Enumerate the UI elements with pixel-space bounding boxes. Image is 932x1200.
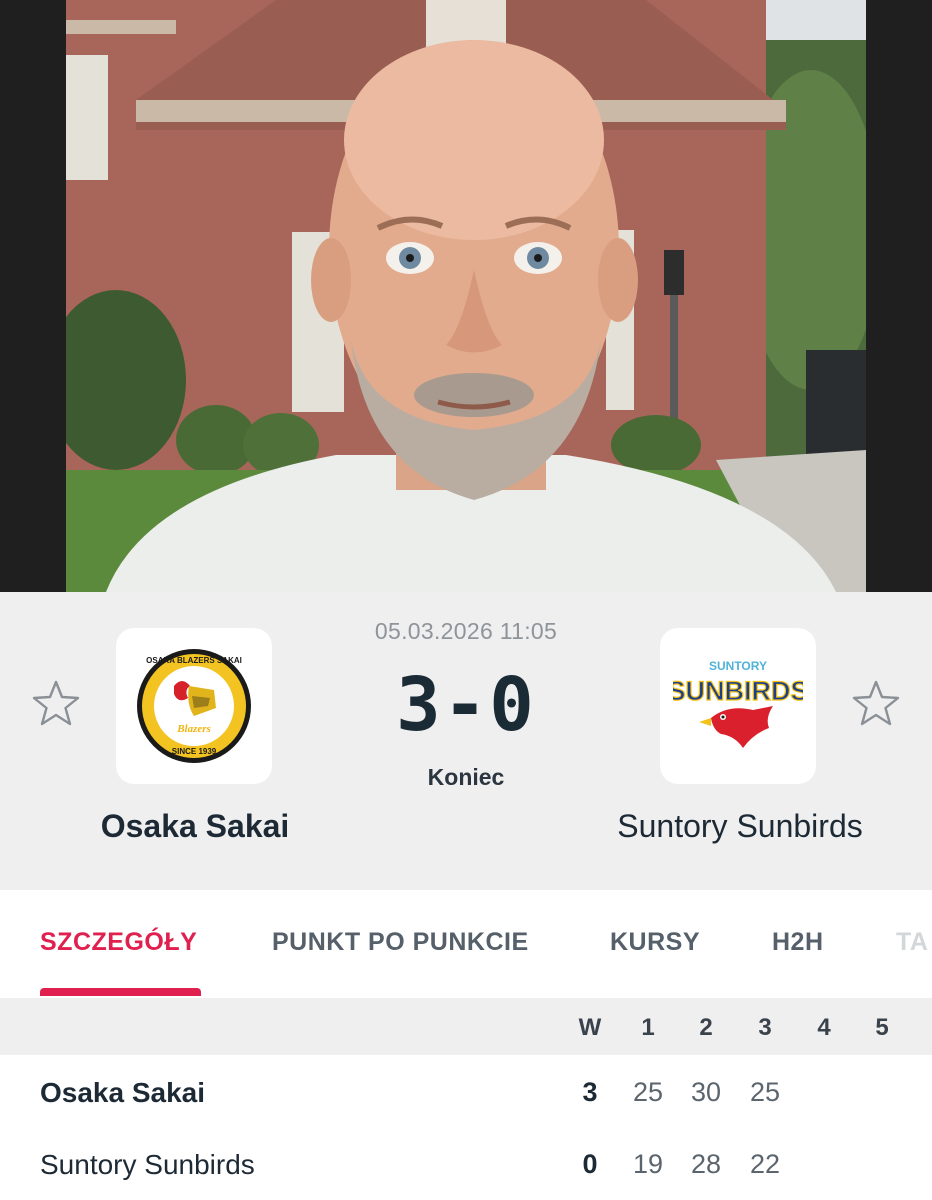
score-table-header: W 1 2 3 4 5	[0, 998, 932, 1055]
col-header-set1: 1	[641, 1014, 655, 1041]
logo-main-text: SUNBIRDS	[673, 676, 803, 706]
row-team-name: Suntory Sunbirds	[40, 1149, 255, 1180]
table-row: Osaka Sakai 3 25 30 25	[0, 1055, 932, 1127]
row-set3: 25	[749, 1077, 781, 1107]
table-row: Suntory Sunbirds 0 19 28 22	[0, 1127, 932, 1199]
match-tabs: SZCZEGÓŁY PUNKT PO PUNKCIE KURSY H2H TA	[0, 890, 932, 998]
col-header-set2: 2	[699, 1014, 713, 1041]
tab-h2h[interactable]: H2H	[772, 928, 824, 957]
col-header-set4: 4	[817, 1014, 831, 1041]
row-set1: 25	[632, 1077, 664, 1107]
col-header-set3: 3	[758, 1014, 772, 1041]
player-photo	[66, 0, 866, 592]
match-header: 05.03.2026 11:05 Blazers OSAKA BLAZERS S…	[0, 592, 932, 890]
tab-details[interactable]: SZCZEGÓŁY	[40, 928, 197, 957]
photo-frame	[0, 0, 932, 592]
away-team-logo[interactable]: SUNTORY SUNBIRDS	[660, 628, 816, 784]
logo-top-text: SUNTORY	[709, 659, 767, 673]
row-set1: 19	[632, 1149, 664, 1179]
row-sets-won: 3	[582, 1077, 598, 1107]
tab-point-by-point[interactable]: PUNKT PO PUNKCIE	[272, 928, 529, 957]
row-team-name: Osaka Sakai	[40, 1077, 206, 1108]
active-tab-indicator	[40, 988, 201, 996]
row-set3: 22	[749, 1149, 781, 1179]
star-outline-icon	[852, 680, 900, 726]
row-set2: 30	[690, 1077, 722, 1107]
logo-since-text: SINCE 1939	[172, 747, 217, 756]
row-sets-won: 0	[582, 1149, 598, 1179]
col-header-set5: 5	[875, 1014, 889, 1041]
home-team-name[interactable]: Osaka Sakai	[0, 808, 390, 845]
tab-table[interactable]: TA	[896, 928, 928, 957]
favorite-away-button[interactable]	[850, 678, 902, 730]
tab-odds[interactable]: KURSY	[610, 928, 700, 957]
col-header-w: W	[578, 1014, 602, 1041]
away-team-name[interactable]: Suntory Sunbirds	[560, 808, 920, 845]
suntory-sunbirds-logo: SUNTORY SUNBIRDS	[673, 659, 803, 748]
row-set2: 28	[690, 1149, 722, 1179]
